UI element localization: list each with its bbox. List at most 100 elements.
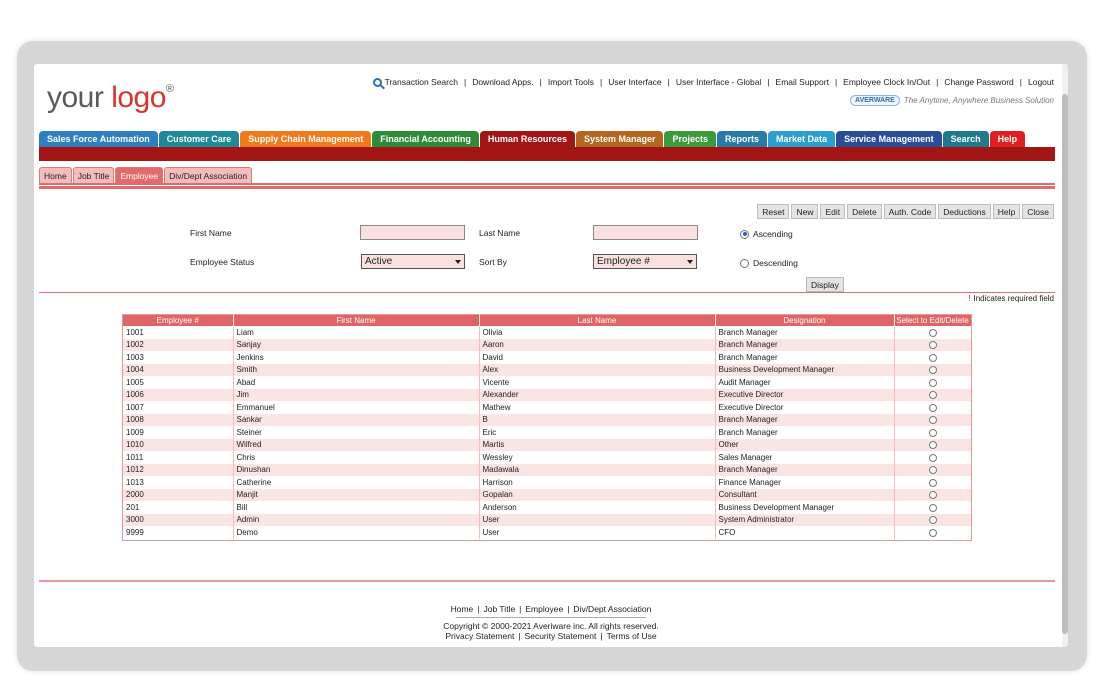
last-name-cell: Gopalan (479, 488, 716, 501)
toplink-user-interface-global[interactable]: User Interface - Global (676, 77, 762, 87)
select-row-radio[interactable] (928, 503, 937, 512)
select-row-radio[interactable] (928, 441, 937, 450)
table-row[interactable]: 1013 Catherine Harrison Finance Manager (123, 476, 971, 489)
select-row-radio[interactable] (928, 403, 937, 412)
tab-home[interactable]: Home (39, 167, 72, 183)
table-row[interactable]: 201 Bill Anderson Business Development Mana… (123, 501, 971, 514)
select-row-radio[interactable] (928, 416, 937, 425)
edit-button[interactable]: Edit (820, 204, 846, 219)
toplink-user-interface[interactable]: User Interface (608, 77, 661, 87)
help-button[interactable]: Help (992, 204, 1021, 219)
ascending-option[interactable]: Ascending (740, 229, 793, 239)
select-cell (894, 388, 971, 401)
table-row[interactable]: 1011 Chris Wessley Sales Manager (123, 451, 971, 464)
scrollbar-thumb[interactable] (1062, 94, 1068, 634)
deductions-button[interactable]: Deductions (938, 204, 991, 219)
auth-code-button[interactable]: Auth. Code (883, 204, 937, 219)
module-tab-help[interactable]: Help (989, 131, 1026, 147)
first-name-cell: Sankar (233, 413, 480, 426)
select-row-radio[interactable] (928, 478, 937, 487)
new-button[interactable]: New (791, 204, 819, 219)
select-row-radio[interactable] (928, 428, 937, 437)
select-row-radio[interactable] (928, 328, 937, 337)
module-tab-system-manager[interactable]: System Manager (575, 131, 664, 147)
first-name-cell: Jenkins (233, 351, 480, 364)
toplink-logout[interactable]: Logout (1028, 77, 1054, 87)
module-tab-projects[interactable]: Projects (664, 131, 717, 147)
module-tab-market-data[interactable]: Market Data (768, 131, 836, 147)
vertical-scrollbar[interactable] (1062, 64, 1068, 647)
column-header-select-to-edit-delete: Select to Edit/Delete (894, 315, 971, 326)
employee-status-select[interactable]: Active (361, 254, 465, 269)
delete-button[interactable]: Delete (847, 204, 882, 219)
table-row[interactable]: 1012 Dinushan Madawala Branch Manager (123, 463, 971, 476)
ascending-radio[interactable] (740, 229, 749, 239)
module-tab-customer-care[interactable]: Customer Care (158, 131, 240, 147)
module-tab-search[interactable]: Search (942, 131, 989, 147)
toplink-change-password[interactable]: Change Password (944, 77, 1013, 87)
last-name-cell: Alex (479, 363, 716, 376)
descending-radio[interactable] (740, 258, 749, 268)
last-name-input[interactable] (593, 225, 698, 240)
footer-link-employee[interactable]: Employee (525, 604, 563, 614)
descending-option[interactable]: Descending (740, 258, 798, 268)
reset-button[interactable]: Reset (757, 204, 790, 219)
module-tab-financial-accounting[interactable]: Financial Accounting (372, 131, 479, 147)
footer-link-terms-of-use[interactable]: Terms of Use (607, 631, 657, 641)
table-row[interactable]: 1005 Abad Vicente Audit Manager (123, 376, 971, 389)
brand-tagline: AVERWARE The Anytime, Anywhere Business … (850, 95, 1054, 106)
table-row[interactable]: 1008 Sankar B Branch Manager (123, 413, 971, 426)
tab-div-dept-association[interactable]: Div/Dept Association (164, 167, 253, 183)
close-button[interactable]: Close (1022, 204, 1054, 219)
table-row[interactable]: 1007 Emmanuel Mathew Executive Director (123, 401, 971, 414)
tab-employee[interactable]: Employee (115, 167, 164, 183)
footer-link-privacy-statement[interactable]: Privacy Statement (445, 631, 514, 641)
select-row-radio[interactable] (928, 366, 937, 375)
toplink-employee-clock-in-out[interactable]: Employee Clock In/Out (843, 77, 930, 87)
employee-number-cell: 1005 (123, 376, 234, 389)
footer-link-job-title[interactable]: Job Title (484, 604, 516, 614)
sort-by-select[interactable]: Employee # (593, 254, 697, 269)
table-row[interactable]: 1002 Sanjay Aaron Branch Manager (123, 338, 971, 351)
first-name-cell: Bill (233, 501, 480, 514)
toplink-import-tools[interactable]: Import Tools (548, 77, 594, 87)
select-row-radio[interactable] (928, 341, 937, 350)
display-button[interactable]: Display (806, 277, 844, 292)
toplink-transaction-search[interactable]: Transaction Search (385, 77, 458, 87)
module-tab-human-resources[interactable]: Human Resources (479, 131, 575, 147)
first-name-input[interactable] (360, 225, 465, 240)
module-tab-reports[interactable]: Reports (717, 131, 768, 147)
chevron-down-icon (687, 259, 693, 264)
module-tab-sales-force-automation[interactable]: Sales Force Automation (39, 131, 158, 147)
module-tab-service-management[interactable]: Service Management (836, 131, 942, 147)
select-row-radio[interactable] (928, 378, 937, 387)
table-row[interactable]: 1004 Smith Alex Business Development Manage… (123, 363, 971, 376)
table-row[interactable]: 1010 Wilfred Martis Other (123, 438, 971, 451)
select-row-radio[interactable] (928, 453, 937, 462)
select-row-radio[interactable] (928, 528, 937, 537)
footer-link-home[interactable]: Home (451, 604, 474, 614)
first-name-cell: Liam (233, 326, 480, 339)
footer-link-div-dept-association[interactable]: Div/Dept Association (573, 604, 651, 614)
select-row-radio[interactable] (928, 353, 937, 362)
table-row[interactable]: 1003 Jenkins David Branch Manager (123, 351, 971, 364)
select-row-radio[interactable] (928, 491, 937, 500)
tab-job-title[interactable]: Job Title (72, 167, 115, 183)
select-cell (894, 526, 971, 539)
designation-cell: Finance Manager (715, 476, 895, 489)
first-name-label: First Name (190, 228, 232, 238)
table-row[interactable]: 2000 Manjit Gopalan Consultant (123, 488, 971, 501)
module-tab-supply-chain-management[interactable]: Supply Chain Management (240, 131, 372, 147)
toplink-download-apps[interactable]: Download Apps. (472, 77, 533, 87)
table-row[interactable]: 1006 Jim Alexander Executive Director (123, 388, 971, 401)
required-mark: ! (968, 294, 971, 303)
table-row[interactable]: 1001 Liam Olivia Branch Manager (123, 326, 971, 339)
select-row-radio[interactable] (928, 391, 937, 400)
table-row[interactable]: 9999 Demo User CFO (123, 526, 971, 539)
select-row-radio[interactable] (928, 466, 937, 475)
table-row[interactable]: 1009 Steiner Eric Branch Manager (123, 426, 971, 439)
select-row-radio[interactable] (928, 516, 937, 525)
table-row[interactable]: 3000 Admin User System Administrator (123, 513, 971, 526)
toplink-email-support[interactable]: Email Support (776, 77, 829, 87)
footer-link-security-statement[interactable]: Security Statement (525, 631, 597, 641)
